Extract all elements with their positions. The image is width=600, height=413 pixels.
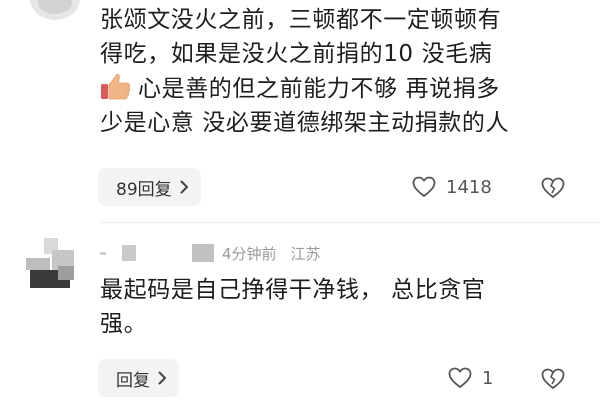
broken-heart-icon[interactable] bbox=[541, 368, 565, 390]
comment-line: 少是心意 没必要道德绑架主动捐款的人 bbox=[100, 110, 510, 136]
reply-label: 回复 bbox=[116, 370, 150, 391]
comment-divider bbox=[100, 222, 600, 223]
chevron-right-icon bbox=[158, 371, 166, 385]
heart-outline-icon bbox=[448, 367, 472, 388]
reply-button[interactable]: 回复 bbox=[98, 359, 179, 397]
comment-line: 张颂文没火之前，三顿都不一定顿顿有 bbox=[100, 7, 502, 33]
username-blurred bbox=[122, 245, 136, 261]
thumbs-up-emoji-icon bbox=[101, 73, 131, 100]
comment-line: 最起码是自己挣得干净钱， 总比贪官 bbox=[100, 277, 486, 303]
comment-body: 最起码是自己挣得干净钱， 总比贪官 强。 bbox=[100, 273, 580, 341]
heart-outline-icon bbox=[412, 176, 436, 197]
comment-body: 张颂文没火之前，三顿都不一定顿顿有 得吃，如果是没火之前捐的10 没毛病 心是善… bbox=[100, 3, 580, 140]
broken-heart-icon[interactable] bbox=[541, 177, 565, 199]
pixelated-avatar-image bbox=[22, 236, 78, 292]
replies-label: 89回复 bbox=[116, 179, 172, 200]
like-count: 1418 bbox=[446, 176, 492, 198]
comment-meta: 4分钟前 江苏 bbox=[100, 240, 321, 266]
comment-location: 江苏 bbox=[290, 244, 321, 263]
like-button[interactable]: 1 bbox=[448, 367, 493, 389]
comment-line: 得吃，如果是没火之前捐的10 没毛病 bbox=[100, 41, 493, 67]
comment-line-text: 心是善的但之前能力不够 再说捐多 bbox=[138, 76, 500, 102]
comment-line: 心是善的但之前能力不够 再说捐多 bbox=[100, 71, 580, 106]
comment-line: 强。 bbox=[100, 311, 148, 337]
badge-blurred bbox=[192, 244, 214, 262]
comment-time: 4分钟前 bbox=[222, 244, 277, 263]
commenter-avatar[interactable] bbox=[30, 0, 80, 20]
username-blurred bbox=[100, 251, 106, 255]
like-button[interactable]: 1418 bbox=[412, 176, 492, 198]
like-count: 1 bbox=[482, 367, 494, 389]
commenter-avatar[interactable] bbox=[22, 236, 78, 292]
replies-button[interactable]: 89回复 bbox=[98, 168, 201, 206]
chevron-right-icon bbox=[180, 180, 188, 194]
